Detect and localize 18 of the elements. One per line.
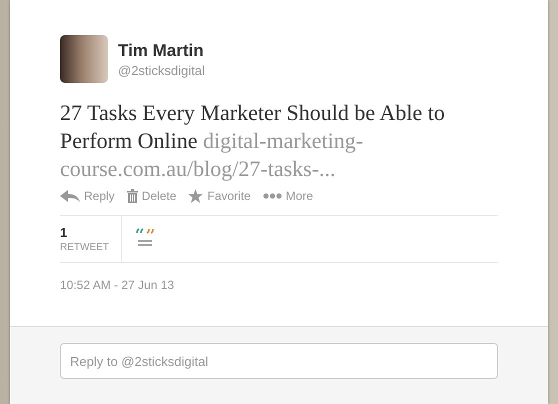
retweet-label: RETWEET <box>60 242 109 253</box>
tweet-text: 27 Tasks Every Marketer Should be Able to Perform Online digital-marketing- course.com.au/blog/27-tasks-... <box>60 99 446 183</box>
tweet-link-line[interactable]: course.com.au/blog/27-tasks-... <box>60 156 336 181</box>
star-icon <box>188 189 204 203</box>
author-name: Tim Martin <box>118 40 204 60</box>
more-button[interactable]: More <box>262 189 314 203</box>
favorite-button[interactable]: Favorite <box>188 189 251 203</box>
tweet-link-line[interactable]: digital-marketing- <box>202 128 364 153</box>
reply-icon <box>60 190 80 202</box>
trash-icon <box>126 189 138 203</box>
author-handle: @2sticksdigital <box>118 62 205 78</box>
delete-button[interactable]: Delete <box>126 189 176 203</box>
avatar-photo-placeholder <box>60 35 108 83</box>
reply-button[interactable]: Reply <box>60 189 115 203</box>
retweet-count: 1 <box>60 225 68 240</box>
dots-icon <box>262 193 282 199</box>
tweet-timestamp[interactable]: 10:52 AM - 27 Jun 13 <box>60 278 174 292</box>
reply-input-field[interactable]: Reply to @2sticksdigital <box>60 343 498 379</box>
